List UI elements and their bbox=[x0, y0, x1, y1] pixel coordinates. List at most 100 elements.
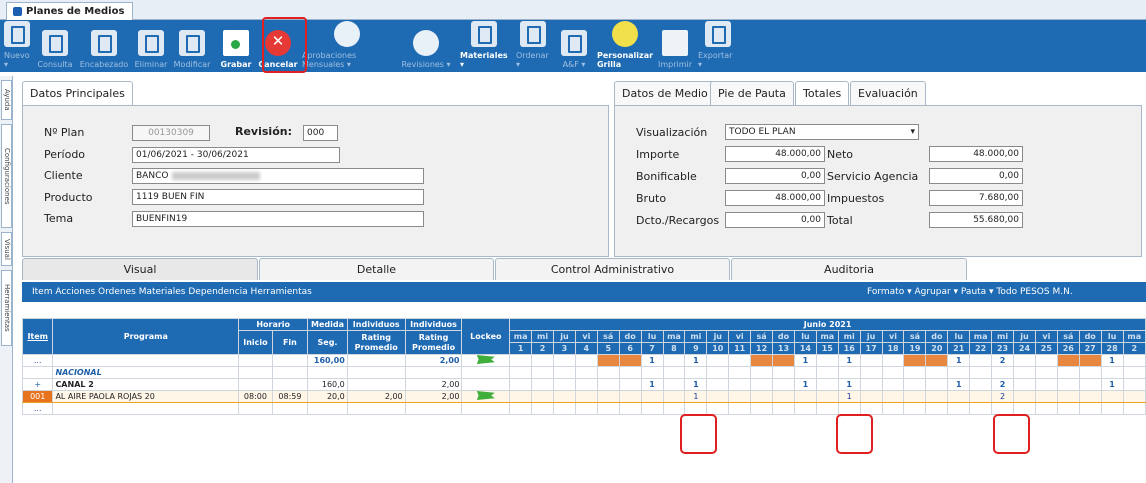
day-cell[interactable] bbox=[662, 378, 686, 391]
tab-auditoria[interactable]: Auditoria bbox=[731, 258, 967, 280]
day-cell[interactable] bbox=[903, 390, 927, 403]
day-cell[interactable] bbox=[574, 390, 598, 403]
day-cell[interactable] bbox=[903, 354, 927, 367]
day-cell[interactable] bbox=[552, 366, 576, 379]
day-cell[interactable] bbox=[750, 390, 774, 403]
neto-field[interactable]: 48.000,00 bbox=[929, 146, 1023, 162]
day-cell[interactable]: 1 bbox=[837, 354, 861, 367]
day-cell[interactable] bbox=[1056, 354, 1080, 367]
periodo-field[interactable]: 01/06/2021 - 30/06/2021 bbox=[132, 147, 340, 163]
day-cell[interactable] bbox=[1100, 366, 1124, 379]
row-new-item[interactable]: ... bbox=[21, 402, 54, 415]
day-cell[interactable] bbox=[1034, 366, 1058, 379]
day-cell[interactable] bbox=[903, 402, 927, 415]
toolbar-button-8[interactable]: Revisiones ▾ bbox=[396, 20, 456, 72]
day-cell[interactable] bbox=[662, 390, 686, 403]
day-cell[interactable] bbox=[1034, 390, 1058, 403]
day-cell[interactable] bbox=[1078, 366, 1102, 379]
visualizacion-select[interactable]: TODO EL PLAN ▾ bbox=[725, 124, 919, 140]
day-cell[interactable] bbox=[1034, 354, 1058, 367]
day-cell[interactable]: 2 bbox=[991, 378, 1015, 391]
day-cell[interactable] bbox=[1013, 378, 1036, 391]
day-cell[interactable] bbox=[881, 354, 905, 367]
day-cell[interactable]: 1 bbox=[640, 378, 664, 391]
day-cell[interactable] bbox=[947, 390, 971, 403]
day-cell[interactable] bbox=[859, 366, 883, 379]
day-cell[interactable] bbox=[815, 378, 839, 391]
toolbar-button-10[interactable]: Ordenar ▾ bbox=[512, 20, 554, 72]
tab-pie-de-pauta[interactable]: Pie de Pauta bbox=[710, 81, 794, 105]
col-item[interactable]: Item bbox=[21, 318, 54, 355]
toolbar-button-2[interactable]: Encabezado bbox=[76, 20, 132, 72]
day-cell[interactable] bbox=[618, 402, 642, 415]
day-cell[interactable] bbox=[837, 402, 861, 415]
grid-menu-right[interactable]: Formato ▾ Agrupar ▾ Pauta ▾ Todo PESOS M… bbox=[867, 282, 1073, 302]
day-cell[interactable] bbox=[925, 378, 949, 391]
day-cell[interactable] bbox=[531, 378, 554, 391]
day-cell[interactable] bbox=[552, 378, 576, 391]
day-cell[interactable]: 1 bbox=[684, 354, 708, 367]
day-cell[interactable] bbox=[509, 366, 533, 379]
day-cell[interactable] bbox=[925, 402, 949, 415]
toolbar-button-5[interactable]: Grabar bbox=[214, 20, 258, 72]
toolbar-button-11[interactable]: A&F ▾ bbox=[554, 20, 594, 72]
day-cell[interactable] bbox=[662, 366, 686, 379]
day-cell[interactable] bbox=[772, 390, 795, 403]
day-cell[interactable] bbox=[772, 366, 795, 379]
expand-icon[interactable]: + bbox=[21, 378, 54, 391]
day-cell[interactable] bbox=[881, 402, 905, 415]
day-cell[interactable] bbox=[531, 366, 554, 379]
tab-detalle[interactable]: Detalle bbox=[259, 258, 494, 280]
day-cell[interactable] bbox=[1078, 354, 1102, 367]
tema-field[interactable]: BUENFIN19 bbox=[132, 211, 424, 227]
day-cell[interactable] bbox=[815, 390, 839, 403]
day-cell[interactable] bbox=[1078, 402, 1102, 415]
day-cell[interactable] bbox=[1078, 390, 1102, 403]
day-cell[interactable] bbox=[859, 378, 883, 391]
day-cell[interactable] bbox=[991, 402, 1015, 415]
day-cell[interactable]: 2 bbox=[991, 354, 1015, 367]
day-cell[interactable] bbox=[706, 390, 730, 403]
side-tab-ayuda[interactable]: Ayuda bbox=[1, 80, 12, 120]
bonificable-field[interactable]: 0,00 bbox=[725, 168, 825, 184]
grid-menu-left[interactable]: Item Acciones Ordenes Materiales Depende… bbox=[32, 282, 312, 302]
importe-field[interactable]: 48.000,00 bbox=[725, 146, 825, 162]
day-cell[interactable] bbox=[815, 354, 839, 367]
day-cell[interactable] bbox=[969, 402, 993, 415]
rating-prom-cell[interactable]: 2,00 bbox=[404, 390, 463, 403]
day-cell[interactable] bbox=[815, 402, 839, 415]
cliente-field[interactable]: BANCO bbox=[132, 168, 424, 184]
day-cell[interactable] bbox=[772, 378, 795, 391]
day-cell[interactable] bbox=[574, 354, 598, 367]
day-cell[interactable] bbox=[531, 354, 554, 367]
lock-flag-icon[interactable] bbox=[476, 391, 495, 400]
toolbar-button-13[interactable]: Imprimir bbox=[656, 20, 694, 72]
day-cell[interactable] bbox=[859, 354, 883, 367]
day-cell[interactable] bbox=[531, 402, 554, 415]
lock-flag-icon[interactable] bbox=[476, 355, 495, 364]
day-cell[interactable] bbox=[1056, 402, 1080, 415]
day-cell[interactable] bbox=[793, 390, 817, 403]
day-cell[interactable] bbox=[793, 402, 817, 415]
day-cell[interactable] bbox=[552, 354, 576, 367]
day-cell[interactable] bbox=[815, 366, 839, 379]
day-cell[interactable] bbox=[640, 390, 664, 403]
day-cell[interactable] bbox=[750, 354, 774, 367]
toolbar-button-9[interactable]: Materiales ▾ bbox=[456, 20, 512, 72]
tab-planes-de-medios[interactable]: Planes de Medios bbox=[6, 2, 134, 20]
day-cell[interactable] bbox=[706, 402, 730, 415]
day-cell[interactable] bbox=[1078, 378, 1102, 391]
day-cell[interactable] bbox=[793, 366, 817, 379]
revision-field[interactable]: 000 bbox=[303, 125, 338, 141]
day-cell[interactable]: 1 bbox=[1100, 354, 1124, 367]
side-tab-configuraciones[interactable]: Configuraciones bbox=[1, 124, 12, 228]
day-cell[interactable]: 1 bbox=[793, 354, 817, 367]
day-cell[interactable] bbox=[552, 390, 576, 403]
toolbar-button-1[interactable]: Consulta bbox=[34, 20, 76, 72]
day-cell[interactable] bbox=[728, 402, 752, 415]
day-cell[interactable] bbox=[596, 402, 620, 415]
producto-field[interactable]: 1119 BUEN FIN bbox=[132, 189, 424, 205]
day-cell[interactable]: 1 bbox=[837, 378, 861, 391]
inicio-cell[interactable]: 08:00 bbox=[238, 390, 273, 403]
day-cell[interactable] bbox=[574, 402, 598, 415]
